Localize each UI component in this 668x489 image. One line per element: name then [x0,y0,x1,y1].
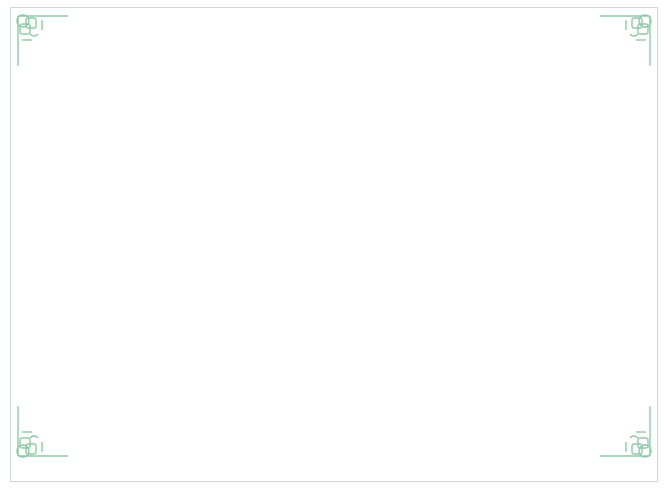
corner-ornament-top-right [596,10,656,70]
celtic-knot-corner-icon [16,406,68,458]
certificate-page [0,0,668,489]
corner-ornament-bottom-right [596,402,656,462]
corner-ornament-top-left [12,10,72,70]
corner-ornament-bottom-left [12,402,72,462]
celtic-knot-corner-icon [16,14,68,66]
page-border-frame [10,7,658,482]
celtic-knot-corner-icon [600,14,652,66]
celtic-knot-corner-icon [600,406,652,458]
